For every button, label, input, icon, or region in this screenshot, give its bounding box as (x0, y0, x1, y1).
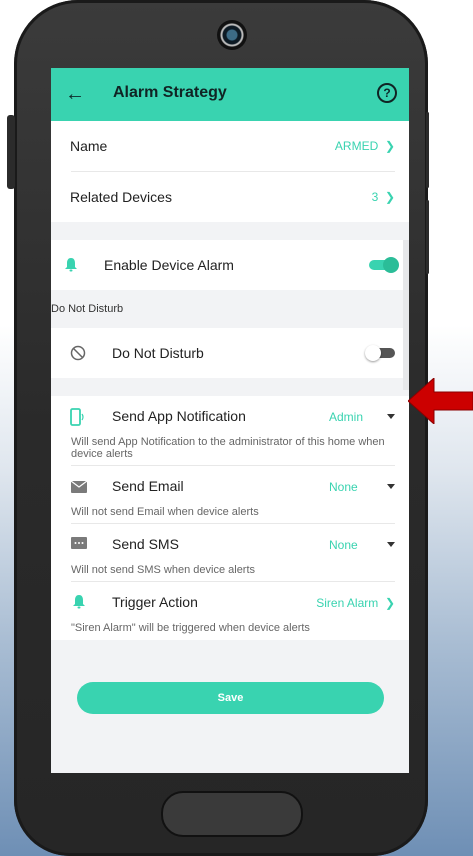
info-card: Name ARMED ❯ Related Devices 3 ❯ (51, 121, 409, 222)
scrollbar[interactable] (403, 240, 409, 390)
volume-button (7, 115, 15, 189)
side-button (426, 200, 429, 274)
envelope-icon (71, 481, 87, 493)
toggle-knob (383, 257, 399, 273)
trigger-action-value: Siren Alarm (316, 596, 379, 610)
trigger-action-row[interactable]: Trigger Action Siren Alarm ❯ (51, 582, 409, 622)
caret-down-icon[interactable] (387, 414, 395, 419)
save-button[interactable]: Save (77, 682, 384, 714)
camera-icon (217, 20, 247, 50)
enable-alarm-label: Enable Device Alarm (104, 257, 234, 273)
email-row[interactable]: Send Email None (51, 466, 409, 506)
name-row[interactable]: Name ARMED ❯ (51, 121, 409, 171)
arrow-left-icon[interactable]: ← (65, 80, 85, 108)
block-icon (70, 345, 86, 361)
dnd-toggle[interactable] (365, 345, 395, 361)
alarm-card: Enable Device Alarm (51, 240, 409, 290)
top-bar: ← Alarm Strategy ? (51, 68, 409, 121)
caret-down-icon[interactable] (387, 542, 395, 547)
question-circle-icon[interactable]: ? (377, 83, 397, 103)
sms-label: Send SMS (112, 536, 179, 552)
chevron-right-icon: ❯ (381, 596, 395, 610)
trigger-action-desc: "Siren Alarm" will be triggered when dev… (71, 622, 310, 634)
phone-frame: ← Alarm Strategy ? Name ARMED ❯ Related … (14, 0, 428, 856)
chevron-right-icon: ❯ (381, 139, 395, 153)
related-devices-count: 3 (371, 190, 379, 204)
email-desc: Will not send Email when device alerts (71, 506, 259, 518)
chevron-right-icon: ❯ (381, 190, 395, 204)
app-notification-value: Admin (329, 410, 364, 424)
page-title: Alarm Strategy (113, 84, 227, 101)
sms-value: None (329, 538, 358, 552)
enable-alarm-row: Enable Device Alarm (51, 240, 409, 290)
toggle-knob (365, 345, 381, 361)
dnd-card: Do Not Disturb (51, 328, 409, 378)
dnd-label: Do Not Disturb (112, 345, 204, 361)
app-screen: ← Alarm Strategy ? Name ARMED ❯ Related … (51, 68, 409, 773)
dnd-section-label: Do Not Disturb (51, 303, 124, 315)
trigger-action-label: Trigger Action (112, 594, 198, 610)
arrow-left-icon (408, 378, 473, 424)
sms-row[interactable]: Send SMS None (51, 524, 409, 564)
power-button (426, 112, 429, 188)
name-value: ARMED (334, 139, 379, 153)
sms-icon (71, 537, 87, 549)
app-notification-label: Send App Notification (112, 408, 246, 424)
phone-icon (70, 408, 84, 426)
spacer (51, 222, 409, 240)
bell-icon (65, 258, 77, 272)
home-button[interactable] (161, 791, 303, 837)
related-devices-row[interactable]: Related Devices 3 ❯ (51, 172, 409, 222)
dnd-section-header: Do Not Disturb (51, 290, 409, 328)
app-notification-row[interactable]: Send App Notification Admin (51, 396, 409, 436)
name-label: Name (70, 138, 108, 154)
notification-card: Send App Notification Admin Will send Ap… (51, 396, 409, 640)
dnd-row: Do Not Disturb (51, 328, 409, 378)
email-value: None (329, 480, 358, 494)
email-label: Send Email (112, 478, 184, 494)
caret-down-icon[interactable] (387, 484, 395, 489)
app-notification-desc: Will send App Notification to the admini… (71, 436, 385, 460)
related-devices-label: Related Devices (70, 189, 172, 205)
enable-alarm-toggle[interactable] (369, 257, 399, 273)
spacer (51, 378, 409, 396)
sms-desc: Will not send SMS when device alerts (71, 564, 256, 576)
bell-icon (73, 595, 85, 609)
